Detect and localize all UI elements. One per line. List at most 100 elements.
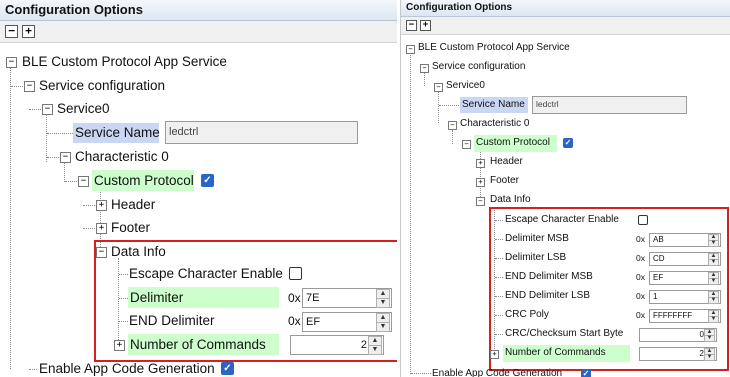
tree-custom-protocol[interactable]: Custom Protocol — [476, 135, 550, 151]
panel-title: Configuration Options — [401, 0, 730, 17]
expand-icon[interactable]: + — [476, 178, 485, 187]
collapse-icon[interactable]: − — [434, 83, 443, 92]
tree-connector — [495, 239, 503, 240]
spin-down-icon[interactable]: ▼ — [704, 354, 715, 361]
collapse-icon[interactable]: − — [448, 121, 457, 130]
tree-guide-line — [410, 52, 411, 374]
tree-connector — [439, 105, 459, 106]
collapse-icon[interactable]: − — [42, 104, 53, 115]
tree-data-info[interactable]: Data Info — [490, 192, 531, 208]
tree-custom-protocol[interactable]: Custom Protocol — [94, 171, 194, 191]
collapse-icon[interactable]: − — [476, 197, 485, 206]
hex-prefix: 0x — [288, 291, 301, 305]
tree-connector — [119, 274, 128, 275]
end-delimiter-lsb-spinner[interactable]: 1 ▲ ▼ — [649, 290, 721, 304]
tree-service-configuration[interactable]: Service configuration — [39, 76, 165, 96]
escape-character-checkbox[interactable] — [289, 267, 302, 280]
tree-guide-line — [480, 148, 481, 201]
collapse-all-button[interactable]: − — [5, 25, 18, 38]
crc-start-byte-spinner[interactable]: 0 ▲ ▼ — [639, 328, 717, 342]
tree-connector — [495, 277, 503, 278]
collapse-icon[interactable]: − — [78, 176, 89, 187]
tree-root[interactable]: BLE Custom Protocol App Service — [418, 40, 570, 56]
tree-connector — [119, 321, 128, 322]
service-name-field[interactable]: ledctrl — [532, 96, 687, 114]
spin-down-icon[interactable]: ▼ — [368, 345, 382, 355]
collapse-icon[interactable]: − — [462, 140, 471, 149]
spin-down-icon[interactable]: ▼ — [704, 335, 715, 342]
spin-down-icon[interactable]: ▼ — [708, 316, 719, 323]
collapse-all-button[interactable]: − — [406, 20, 417, 31]
service-name-label[interactable]: Service Name — [462, 97, 525, 113]
tree-service0[interactable]: Service0 — [446, 78, 485, 94]
spin-down-icon[interactable]: ▼ — [708, 259, 719, 266]
end-delimiter-label: END Delimiter — [129, 313, 215, 328]
tree-connector — [11, 86, 23, 87]
service-name-field[interactable]: ledctrl — [165, 121, 358, 144]
spin-down-icon[interactable]: ▼ — [376, 322, 390, 332]
tree-connector — [47, 133, 73, 134]
collapse-icon[interactable]: − — [96, 247, 107, 258]
spinner-value: AB — [653, 235, 664, 244]
expand-icon[interactable]: + — [96, 223, 107, 234]
escape-character-label: Escape Character Enable — [129, 266, 283, 281]
expand-all-button[interactable]: + — [420, 20, 431, 31]
custom-protocol-checkbox[interactable]: ✓ — [563, 138, 573, 148]
hex-prefix: 0x — [636, 272, 645, 282]
left-config-panel: Configuration Options − + − BLE Custom P… — [0, 0, 397, 377]
delimiter-lsb-spinner[interactable]: CD ▲ ▼ — [649, 252, 721, 266]
number-of-commands-spinner[interactable]: 2 ▲ ▼ — [290, 335, 384, 355]
delimiter-spinner[interactable]: 7E ▲ ▼ — [302, 288, 392, 308]
delimiter-lsb-label: Delimiter LSB — [505, 252, 567, 263]
expand-icon[interactable]: + — [476, 159, 485, 168]
number-of-commands-spinner[interactable]: 2 ▲ ▼ — [639, 347, 717, 361]
collapse-icon[interactable]: − — [420, 64, 429, 73]
collapse-icon[interactable]: − — [6, 57, 17, 68]
tree-data-info[interactable]: Data Info — [111, 242, 166, 262]
tree-root[interactable]: BLE Custom Protocol App Service — [22, 52, 227, 72]
tree-characteristic0[interactable]: Characteristic 0 — [75, 147, 169, 167]
escape-character-checkbox[interactable] — [638, 215, 648, 225]
end-delimiter-msb-spinner[interactable]: EF ▲ ▼ — [649, 271, 721, 285]
tree-connector — [495, 315, 503, 316]
spin-down-icon[interactable]: ▼ — [708, 240, 719, 247]
checkmark-icon: ✓ — [582, 369, 590, 377]
expand-icon[interactable]: + — [114, 340, 125, 351]
tree-footer[interactable]: Footer — [490, 173, 519, 189]
expand-all-button[interactable]: + — [22, 25, 35, 38]
tree-service-configuration[interactable]: Service configuration — [432, 59, 525, 75]
escape-character-label: Escape Character Enable — [505, 214, 619, 225]
end-delimiter-msb-label: END Delimiter MSB — [505, 271, 593, 282]
expand-icon[interactable]: + — [490, 350, 499, 359]
spin-down-icon[interactable]: ▼ — [708, 278, 719, 285]
panel-toolbar: − + — [0, 21, 397, 43]
spinner-value: 7E — [306, 292, 320, 304]
tree-connector — [495, 334, 503, 335]
delimiter-msb-spinner[interactable]: AB ▲ ▼ — [649, 233, 721, 247]
tree-guide-line — [424, 72, 425, 86]
end-delimiter-spinner[interactable]: EF ▲ ▼ — [302, 312, 392, 332]
tree-connector — [29, 109, 41, 110]
custom-protocol-checkbox[interactable]: ✓ — [201, 174, 214, 187]
collapse-icon[interactable]: − — [406, 45, 415, 54]
service-name-label[interactable]: Service Name — [75, 123, 160, 143]
tree-header[interactable]: Header — [111, 195, 155, 215]
collapse-icon[interactable]: − — [24, 81, 35, 92]
enable-app-code-checkbox[interactable]: ✓ — [581, 369, 591, 377]
tree-service0[interactable]: Service0 — [57, 99, 110, 119]
spin-down-icon[interactable]: ▼ — [708, 297, 719, 304]
tree-footer[interactable]: Footer — [111, 218, 150, 238]
crc-poly-spinner[interactable]: FFFFFFFF ▲ ▼ — [649, 309, 721, 323]
tree-guide-line — [10, 67, 11, 369]
expand-icon[interactable]: + — [96, 200, 107, 211]
collapse-icon[interactable]: − — [60, 152, 71, 163]
tree-header[interactable]: Header — [490, 154, 523, 170]
spin-down-icon[interactable]: ▼ — [376, 298, 390, 308]
tree-connector — [65, 181, 77, 182]
end-delimiter-lsb-label: END Delimiter LSB — [505, 290, 591, 301]
tree-connector — [411, 373, 431, 374]
tree-characteristic0[interactable]: Characteristic 0 — [460, 116, 529, 132]
right-config-panel: Configuration Options − + − BLE Custom P… — [400, 0, 730, 377]
enable-app-code-checkbox[interactable]: ✓ — [221, 362, 234, 375]
enable-app-code-label: Enable App Code Generation — [432, 368, 563, 377]
